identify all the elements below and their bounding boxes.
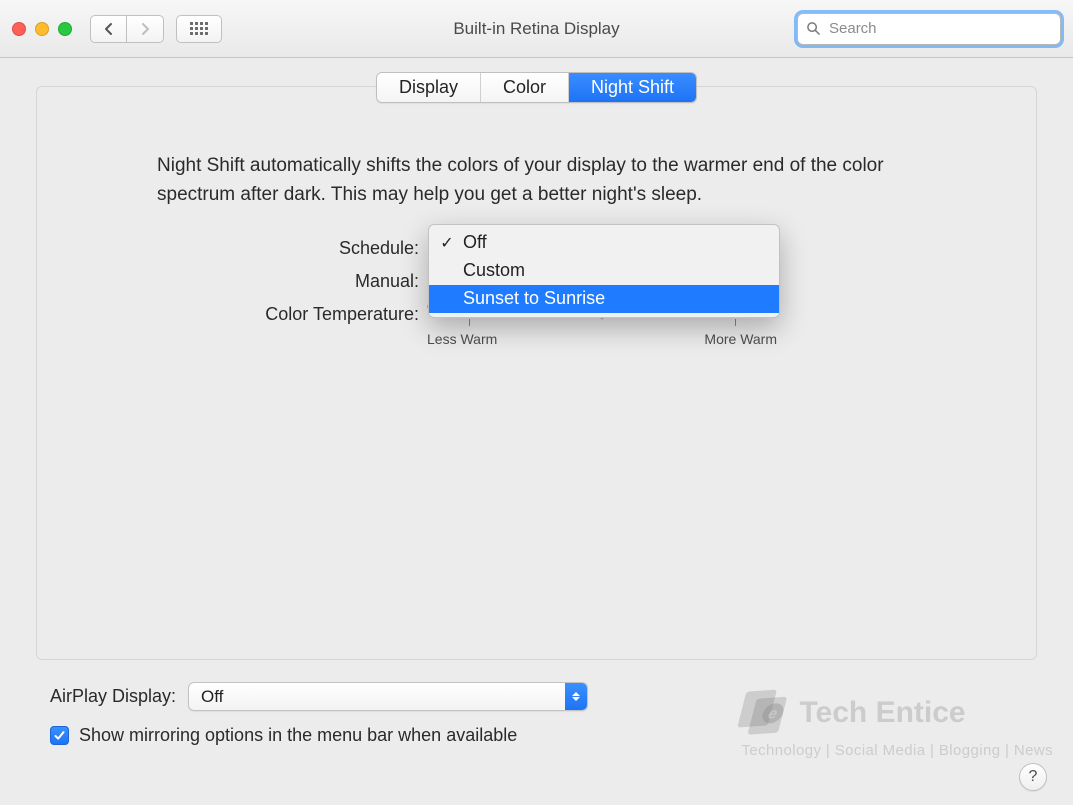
schedule-option-custom[interactable]: Custom <box>429 257 779 285</box>
schedule-option-off[interactable]: ✓ Off <box>429 229 779 257</box>
schedule-option-label: Custom <box>463 260 525 281</box>
tabbar: Display Color Night Shift <box>376 72 697 103</box>
tab-display[interactable]: Display <box>377 73 481 102</box>
bottom-controls: AirPlay Display: Off Show mirroring opti… <box>0 672 1073 746</box>
schedule-option-sunset-sunrise[interactable]: Sunset to Sunrise <box>429 285 779 313</box>
toolbar: Built-in Retina Display <box>0 0 1073 58</box>
airplay-value: Off <box>201 687 223 707</box>
checkmark-icon: ✓ <box>439 233 455 253</box>
close-window-button[interactable] <box>12 22 26 36</box>
row-mirroring-checkbox: Show mirroring options in the menu bar w… <box>50 725 1037 746</box>
schedule-option-label: Off <box>463 232 487 253</box>
row-schedule: Schedule: ✓ Off Custom <box>37 238 1036 259</box>
mirroring-label: Show mirroring options in the menu bar w… <box>79 725 517 746</box>
chevron-down-icon <box>572 697 580 701</box>
content-area: Display Color Night Shift Night Shift au… <box>0 58 1073 672</box>
schedule-label: Schedule: <box>37 238 427 259</box>
display-panel: Display Color Night Shift Night Shift au… <box>36 86 1037 660</box>
airplay-dropdown-stepper[interactable] <box>565 683 587 710</box>
airplay-dropdown[interactable]: Off <box>188 682 588 711</box>
slider-label-less: Less Warm <box>427 331 497 347</box>
help-icon: ? <box>1029 768 1038 786</box>
airplay-label: AirPlay Display: <box>50 686 176 707</box>
help-button[interactable]: ? <box>1019 763 1047 791</box>
schedule-popup-menu: ✓ Off Custom Sunset to Sunrise <box>428 224 780 318</box>
schedule-option-label: Sunset to Sunrise <box>463 288 605 309</box>
forward-button[interactable] <box>127 16 163 42</box>
row-airplay: AirPlay Display: Off <box>50 682 1037 711</box>
night-shift-form: Schedule: ✓ Off Custom <box>37 238 1036 347</box>
tab-night-shift[interactable]: Night Shift <box>569 73 696 102</box>
chevron-left-icon <box>104 22 114 36</box>
search-input[interactable] <box>827 19 1052 38</box>
slider-label-more: More Warm <box>704 331 777 347</box>
night-shift-description: Night Shift automatically shifts the col… <box>157 151 936 210</box>
chevron-up-icon <box>572 692 580 696</box>
back-button[interactable] <box>91 16 127 42</box>
checkmark-icon <box>53 729 66 742</box>
manual-label: Manual: <box>37 271 427 292</box>
search-field[interactable] <box>797 13 1061 45</box>
tabs-container: Display Color Night Shift <box>37 72 1036 103</box>
zoom-window-button[interactable] <box>58 22 72 36</box>
chevron-right-icon <box>140 22 150 36</box>
color-temperature-label: Color Temperature: <box>37 304 427 325</box>
slider-ticks <box>427 319 777 327</box>
tab-color[interactable]: Color <box>481 73 569 102</box>
slider-labels: Less Warm More Warm <box>427 331 777 347</box>
show-all-prefs-button[interactable] <box>176 15 222 43</box>
apps-grid-icon <box>190 22 208 35</box>
nav-back-forward <box>90 15 164 43</box>
window-traffic-lights <box>12 22 72 36</box>
mirroring-checkbox[interactable] <box>50 726 69 745</box>
minimize-window-button[interactable] <box>35 22 49 36</box>
search-icon <box>806 21 821 36</box>
